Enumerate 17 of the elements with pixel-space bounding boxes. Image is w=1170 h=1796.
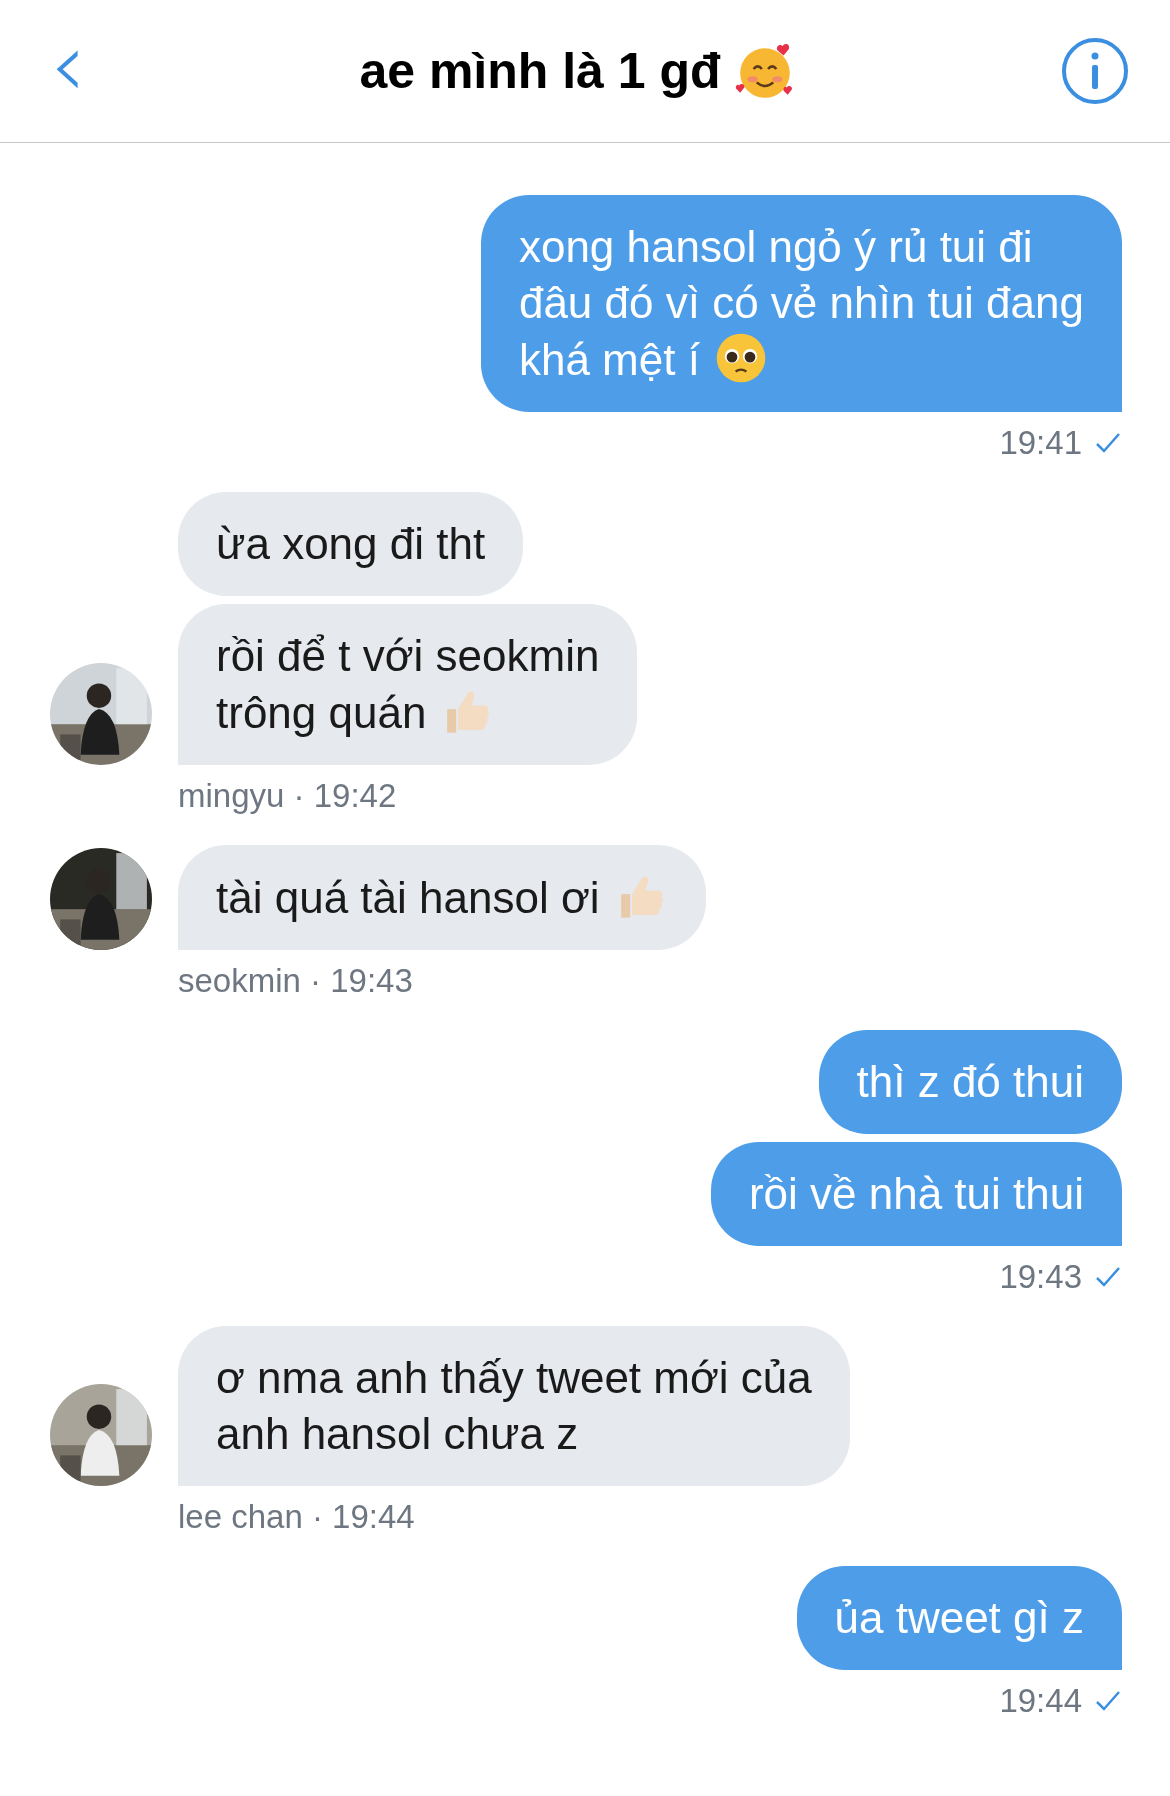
sender-and-time: lee chan · 19:44 xyxy=(178,1498,415,1536)
sender-and-time: mingyu · 19:42 xyxy=(178,777,397,815)
message-bubble[interactable]: xong hansol ngỏ ý rủ tui đi đâu đó vì có vẻ nhìn tui đang khá mệt í xyxy=(480,195,1122,412)
message-bubble[interactable]: thì z đó thui xyxy=(818,1030,1122,1134)
message-bubble[interactable]: rồi về nhà tui thui xyxy=(710,1142,1122,1246)
message-bubble[interactable]: ừa xong đi tht xyxy=(178,492,524,596)
message-time: 19:44 xyxy=(999,1682,1082,1720)
chat-title: ae mình là 1 gđ xyxy=(359,42,721,100)
message-bubble[interactable]: ủa tweet gì z xyxy=(796,1566,1122,1670)
message-bubble[interactable]: rồi để t với seokmin trông quán xyxy=(178,604,638,765)
sender-and-time: seokmin · 19:43 xyxy=(178,962,413,1000)
message-time: 19:41 xyxy=(999,424,1082,462)
info-button[interactable] xyxy=(1060,36,1130,106)
message-bubble[interactable]: ơ nma anh thấy tweet mới của anh hansol chưa z xyxy=(178,1326,850,1486)
message-time: 19:43 xyxy=(999,1258,1082,1296)
back-button[interactable]: ‹ xyxy=(40,20,96,110)
message-bubble[interactable]: tài quá tài hansol ơi xyxy=(178,845,706,950)
